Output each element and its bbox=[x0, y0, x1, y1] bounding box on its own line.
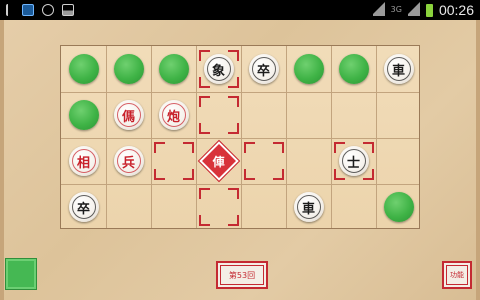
game-board[interactable]: 象卒車傌炮相兵俥士卒車 bbox=[60, 45, 420, 229]
picture-icon bbox=[62, 4, 74, 16]
red-piece[interactable]: 相 bbox=[68, 146, 99, 176]
grid-line bbox=[61, 138, 419, 139]
battery-icon bbox=[425, 3, 433, 17]
move-target-marker[interactable] bbox=[198, 96, 239, 134]
clock-icon bbox=[42, 4, 54, 16]
black-piece[interactable]: 象 bbox=[203, 54, 234, 84]
red-piece[interactable]: 傌 bbox=[113, 100, 144, 130]
black-piece[interactable]: 車 bbox=[293, 192, 324, 222]
round-label: 第53回 bbox=[228, 270, 256, 280]
black-piece[interactable]: 卒 bbox=[248, 54, 279, 84]
piece-label: 車 bbox=[301, 201, 315, 217]
piece-label: 兵 bbox=[121, 155, 135, 171]
red-piece[interactable]: 炮 bbox=[158, 100, 189, 130]
face-down-piece[interactable] bbox=[68, 100, 99, 130]
move-target-marker[interactable] bbox=[153, 142, 194, 180]
black-piece[interactable]: 士 bbox=[338, 146, 369, 176]
piece-label: 士 bbox=[346, 155, 360, 171]
signal-icon bbox=[372, 2, 385, 16]
piece-label: 卒 bbox=[76, 201, 90, 217]
cell-signal-icon bbox=[407, 2, 420, 16]
piece-label: 車 bbox=[391, 63, 405, 79]
grid-line bbox=[331, 46, 332, 228]
selected-red-piece[interactable]: 俥 bbox=[201, 144, 236, 178]
wave-icon bbox=[22, 4, 34, 16]
round-button[interactable]: 第53回 bbox=[216, 261, 268, 289]
piece-label: 卒 bbox=[256, 63, 270, 79]
grid-line bbox=[286, 46, 287, 228]
black-piece[interactable]: 車 bbox=[383, 54, 414, 84]
status-icons-left bbox=[6, 2, 74, 18]
grid-line bbox=[241, 46, 242, 228]
function-label: 功能 bbox=[450, 271, 464, 279]
clock-time: 00:26 bbox=[438, 2, 474, 18]
grid-line bbox=[61, 92, 419, 93]
grid-line bbox=[151, 46, 152, 228]
face-down-piece[interactable] bbox=[383, 192, 414, 222]
piece-label: 相 bbox=[76, 155, 90, 171]
network-type: 3G bbox=[390, 5, 402, 14]
piece-label: 俥 bbox=[212, 154, 225, 169]
black-piece[interactable]: 卒 bbox=[68, 192, 99, 222]
grid-line bbox=[196, 46, 197, 228]
piece-label: 象 bbox=[211, 63, 225, 79]
function-button[interactable]: 功能 bbox=[442, 261, 472, 289]
status-bar: 3G 00:26 bbox=[0, 0, 480, 20]
move-target-marker[interactable] bbox=[198, 188, 239, 226]
grid-line bbox=[61, 184, 419, 185]
piece-label: 傌 bbox=[121, 109, 135, 125]
face-down-piece[interactable] bbox=[68, 54, 99, 84]
grid-line bbox=[376, 46, 377, 228]
piece-label: 炮 bbox=[166, 109, 180, 125]
face-down-piece[interactable] bbox=[338, 54, 369, 84]
face-down-piece[interactable] bbox=[293, 54, 324, 84]
grid-line bbox=[106, 46, 107, 228]
face-down-piece[interactable] bbox=[158, 54, 189, 84]
red-piece[interactable]: 兵 bbox=[113, 146, 144, 176]
status-icons-right: 3G 00:26 bbox=[372, 0, 474, 20]
move-target-marker[interactable] bbox=[243, 142, 284, 180]
menu-button[interactable] bbox=[5, 258, 37, 290]
face-down-piece[interactable] bbox=[113, 54, 144, 84]
usb-icon bbox=[6, 4, 14, 16]
